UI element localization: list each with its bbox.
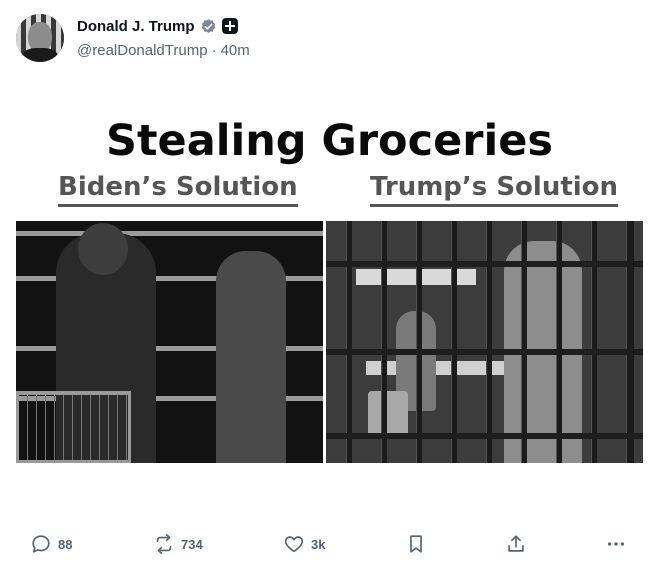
- image-right-caption: Trump’s Solution: [370, 172, 619, 207]
- cell-bar: [521, 221, 527, 463]
- post-timestamp[interactable]: 40m: [221, 42, 250, 59]
- lower-bunk: [366, 361, 506, 375]
- post-action-bar: 88 734 3k: [16, 527, 643, 561]
- bookmark-button[interactable]: [405, 527, 427, 561]
- share-icon: [508, 535, 524, 552]
- cell-crossbar: [326, 261, 643, 267]
- cell-crossbar: [326, 349, 643, 355]
- repost-count: 734: [181, 536, 203, 552]
- repost-button[interactable]: 734: [153, 527, 203, 561]
- like-button[interactable]: 3k: [283, 527, 325, 561]
- reply-button[interactable]: 88: [30, 527, 72, 561]
- avatar[interactable]: [16, 14, 64, 62]
- meta-separator: ·: [211, 42, 217, 59]
- cell-toilet: [368, 391, 408, 436]
- author-display-name[interactable]: Donald J. Trump: [77, 18, 195, 35]
- cell-crossbar: [326, 433, 643, 439]
- cell-bar: [626, 221, 634, 463]
- image-title: Stealing Groceries: [106, 116, 553, 166]
- share-button[interactable]: [505, 527, 527, 561]
- plus-badge-icon: [221, 18, 238, 34]
- post-image[interactable]: Stealing Groceries Biden’s Solution Trum…: [16, 108, 643, 470]
- heart-icon: [284, 536, 304, 553]
- author-handle[interactable]: @realDonaldTrump: [77, 42, 208, 59]
- cell-bar: [346, 221, 352, 463]
- reply-icon: [32, 535, 50, 553]
- post-header: Donald J. Trump @realDonaldTrump · 40m: [16, 14, 643, 66]
- author-name-row: Donald J. Trump: [77, 16, 238, 36]
- cell-bar: [381, 221, 387, 463]
- author-meta-row: @realDonaldTrump · 40m: [77, 42, 250, 59]
- jail-cell-photo: [326, 221, 643, 463]
- image-left-caption: Biden’s Solution: [58, 172, 298, 207]
- cell-bar: [451, 221, 457, 463]
- cell-bar: [556, 221, 562, 463]
- shopping-cart: [16, 391, 131, 463]
- cell-bar: [416, 221, 422, 463]
- like-count: 3k: [311, 536, 326, 552]
- reply-count: 88: [58, 536, 73, 552]
- verified-badge-icon: [201, 18, 215, 33]
- shopper-woman-figure: [216, 251, 286, 463]
- repost-icon: [156, 534, 172, 554]
- bookmark-icon: [410, 535, 422, 553]
- more-icon: [607, 542, 625, 546]
- shopper-man-head: [78, 223, 128, 275]
- shelf-edge: [16, 231, 323, 236]
- avatar-suit: [22, 48, 58, 62]
- cell-bar: [486, 221, 492, 463]
- cell-bar: [591, 221, 597, 463]
- more-options-button[interactable]: [605, 527, 627, 561]
- grocery-store-photo: [16, 221, 323, 463]
